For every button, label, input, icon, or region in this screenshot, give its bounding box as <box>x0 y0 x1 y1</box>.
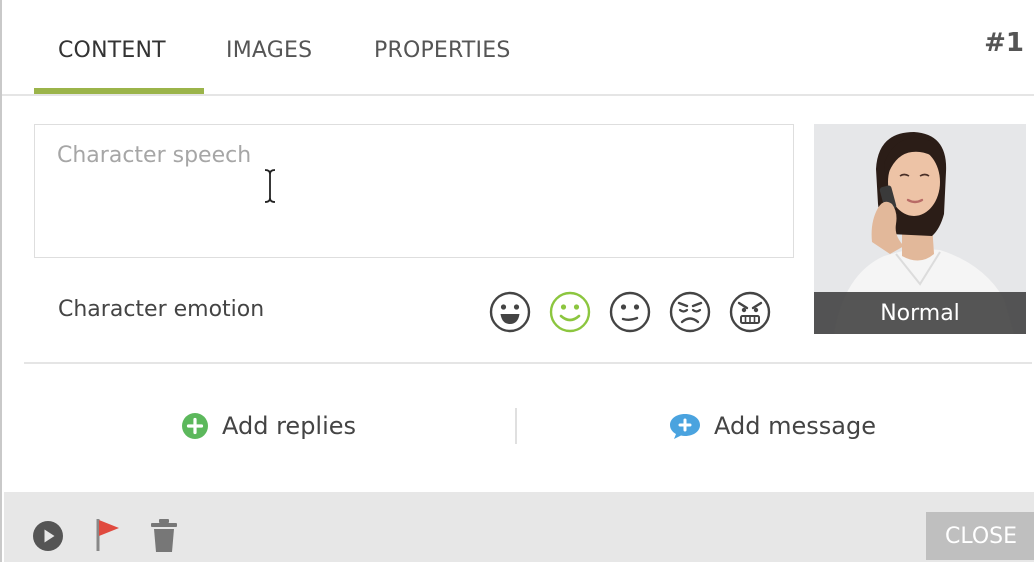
add-message-label: Add message <box>714 412 876 440</box>
tab-bar: CONTENT IMAGES PROPERTIES #1 <box>2 0 1034 96</box>
trash-icon[interactable] <box>149 518 179 554</box>
neutral-emotion-icon[interactable] <box>608 290 652 334</box>
flag-icon[interactable] <box>94 517 124 553</box>
character-image[interactable]: Normal <box>814 124 1026 334</box>
add-message-button[interactable]: Add message <box>668 404 876 448</box>
play-icon[interactable] <box>32 520 64 552</box>
tab-content[interactable]: CONTENT <box>58 38 166 63</box>
add-message-icon <box>670 414 700 439</box>
bottom-toolbar: CLOSE <box>4 492 1034 562</box>
character-emotion-caption: Normal <box>814 292 1026 334</box>
close-button[interactable]: CLOSE <box>926 512 1034 560</box>
text-cursor-icon <box>264 169 276 203</box>
tab-images[interactable]: IMAGES <box>226 38 312 63</box>
add-circle-icon <box>182 413 208 439</box>
angry-emotion-icon[interactable] <box>728 290 772 334</box>
character-speech-input[interactable] <box>34 124 794 258</box>
dialog-panel: CONTENT IMAGES PROPERTIES #1 Character e… <box>0 0 1034 562</box>
sad-emotion-icon[interactable] <box>668 290 712 334</box>
tab-properties[interactable]: PROPERTIES <box>374 38 511 63</box>
tabs-divider <box>2 94 1034 96</box>
smile-emotion-icon[interactable] <box>548 290 592 334</box>
happy-emotion-icon[interactable] <box>488 290 532 334</box>
add-replies-label: Add replies <box>222 412 357 440</box>
actions-separator <box>515 408 517 444</box>
character-emotion-label: Character emotion <box>58 297 265 322</box>
section-divider <box>24 362 1032 364</box>
emotion-selector <box>488 290 772 334</box>
item-number: #1 <box>984 28 1024 58</box>
add-replies-button[interactable]: Add replies <box>180 404 356 448</box>
